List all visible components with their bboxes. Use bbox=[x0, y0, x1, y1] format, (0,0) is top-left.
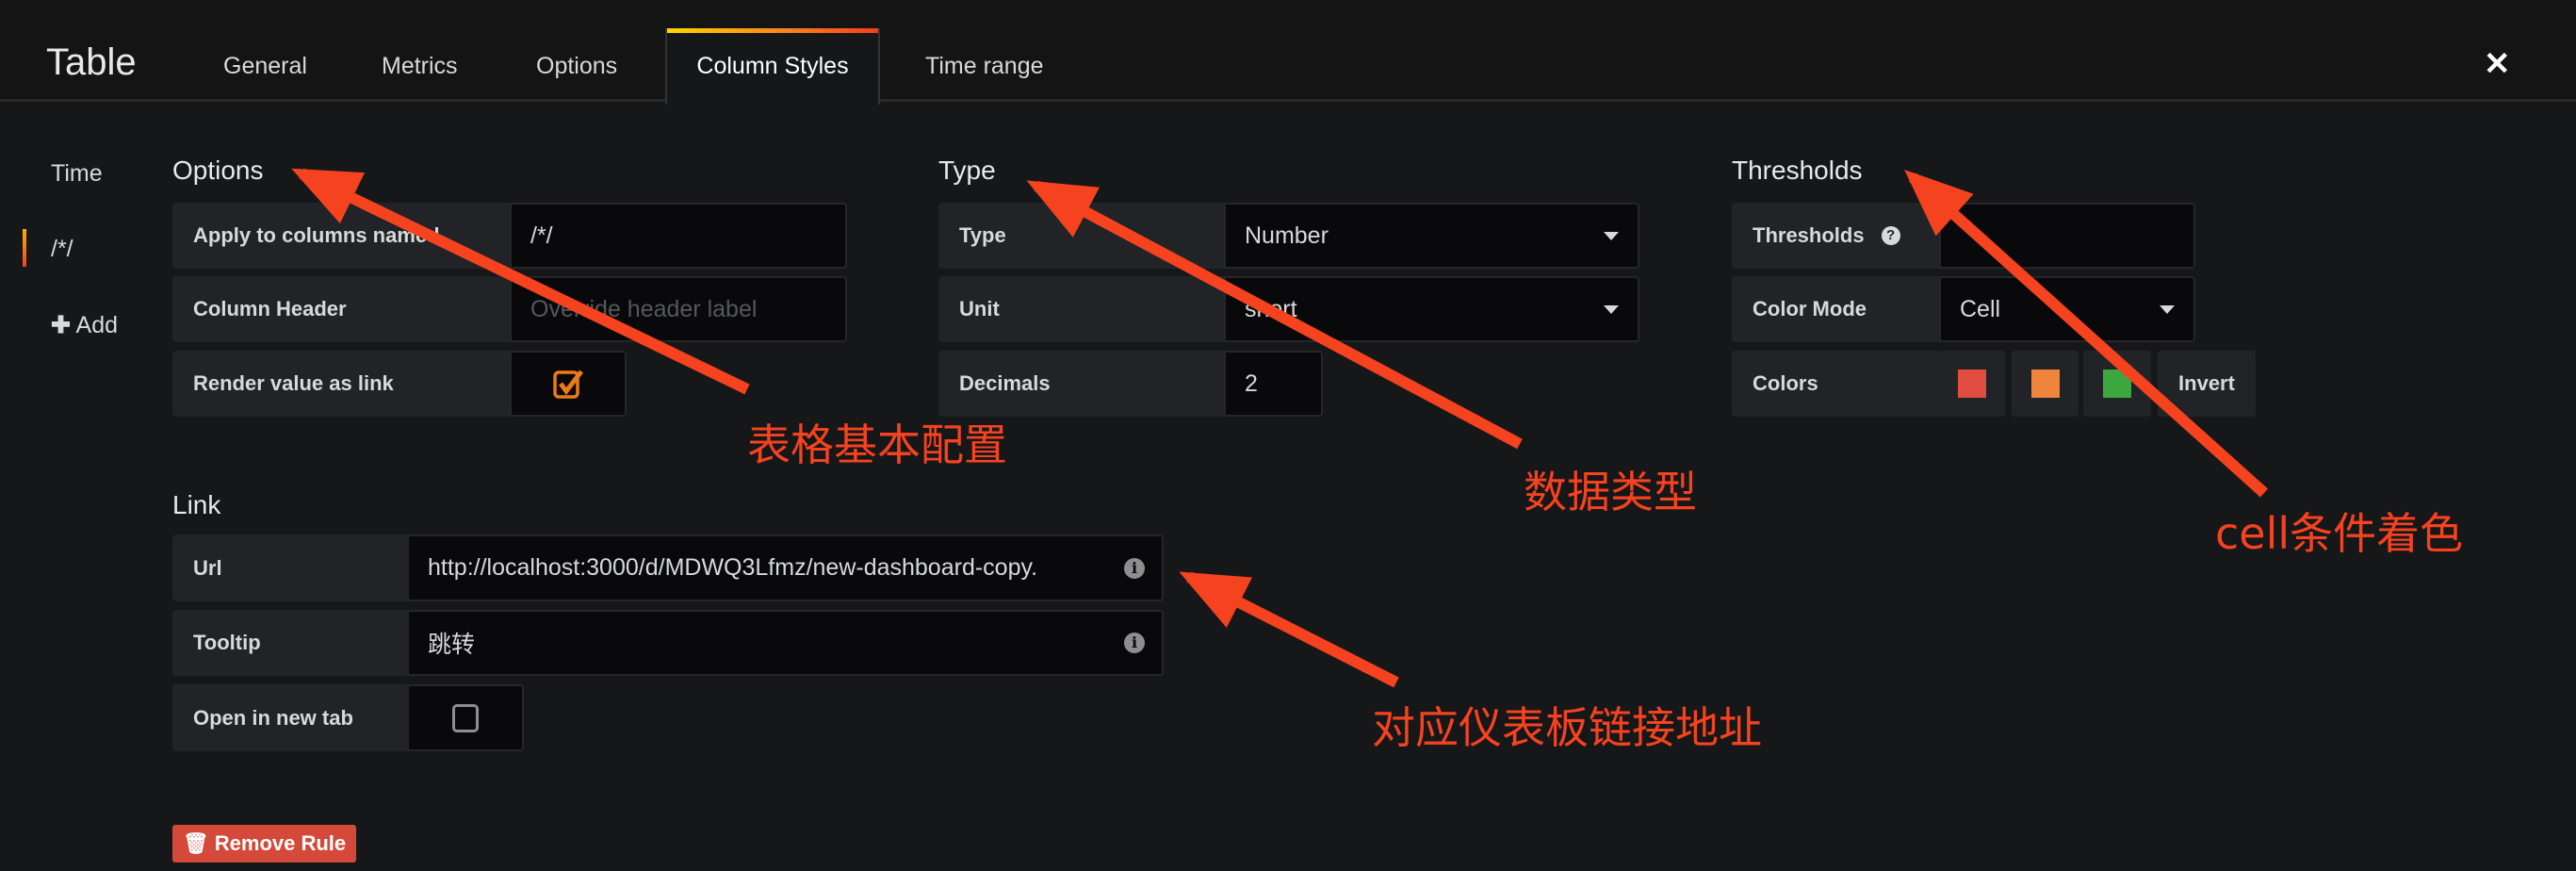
annotation-link: 对应仪表板链接地址 bbox=[1372, 702, 1762, 753]
annotation-thresholds: cell条件着色 bbox=[2215, 508, 2464, 559]
annotation-options: 表格基本配置 bbox=[747, 419, 1007, 470]
arrow-link bbox=[1179, 571, 1399, 688]
arrow-thresholds bbox=[1904, 169, 2269, 498]
annotation-type: 数据类型 bbox=[1524, 467, 1697, 518]
arrow-options bbox=[291, 168, 750, 395]
annotation-arrows bbox=[291, 168, 2269, 688]
arrow-type bbox=[1026, 180, 1523, 450]
